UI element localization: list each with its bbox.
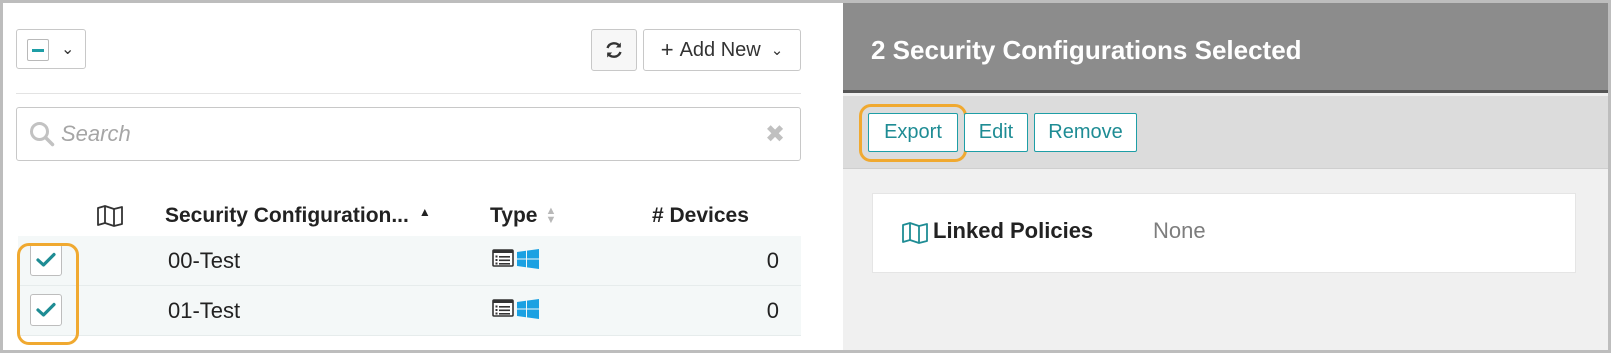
devices-column-label: # Devices bbox=[652, 204, 749, 227]
linked-policies-value: None bbox=[1153, 218, 1206, 243]
type-icons bbox=[492, 299, 539, 319]
add-new-label: Add New bbox=[679, 38, 761, 61]
bulk-select-dropdown[interactable]: ⌄ bbox=[16, 29, 86, 69]
plus-icon: + bbox=[660, 37, 674, 62]
export-button[interactable]: Export bbox=[868, 113, 958, 152]
checkbox-highlight bbox=[17, 243, 79, 345]
chevron-down-icon: ⌄ bbox=[61, 41, 75, 58]
type-icons bbox=[492, 249, 539, 269]
search-input[interactable] bbox=[61, 117, 741, 151]
device-count: 0 bbox=[766, 248, 779, 273]
actions-bar: Export Edit Remove bbox=[843, 96, 1608, 169]
devices-column-header[interactable]: # Devices bbox=[652, 199, 749, 233]
windows-icon bbox=[517, 249, 539, 269]
add-new-button[interactable]: + Add New ⌄ bbox=[643, 29, 801, 71]
refresh-icon bbox=[606, 42, 622, 58]
detail-header: 2 Security Configurations Selected bbox=[843, 3, 1608, 93]
map-icon bbox=[902, 222, 928, 244]
refresh-button[interactable] bbox=[591, 29, 637, 71]
type-column-label: Type bbox=[490, 204, 538, 227]
remove-button[interactable]: Remove bbox=[1034, 113, 1137, 152]
linked-policies-card: Linked Policies None bbox=[872, 193, 1576, 273]
linked-policies-label: Linked Policies bbox=[933, 218, 1094, 243]
map-icon bbox=[97, 205, 123, 227]
minus-checkbox-icon bbox=[27, 39, 49, 61]
map-column-header bbox=[96, 199, 124, 233]
detail-pane: 2 Security Configurations Selected Expor… bbox=[843, 3, 1608, 350]
configurations-list-pane: ⌄ + Add New ⌄ ✖ Security Configuration..… bbox=[3, 3, 843, 350]
table-row[interactable]: 01-Test 0 bbox=[18, 286, 801, 336]
edit-button[interactable]: Edit bbox=[964, 113, 1028, 152]
config-name: 01-Test bbox=[168, 298, 241, 323]
device-count: 0 bbox=[766, 298, 779, 323]
table-row[interactable]: 00-Test 0 bbox=[18, 236, 801, 286]
search-icon bbox=[30, 122, 55, 147]
list-icon bbox=[492, 299, 514, 317]
name-column-label: Security Configuration... bbox=[165, 204, 409, 227]
list-icon bbox=[492, 249, 514, 267]
type-column-header[interactable]: Type ▲ ▼ bbox=[490, 199, 556, 233]
windows-icon bbox=[517, 299, 539, 319]
selection-title: 2 Security Configurations Selected bbox=[871, 35, 1302, 65]
toolbar-divider bbox=[16, 93, 801, 94]
name-column-header[interactable]: Security Configuration... ▲ bbox=[165, 199, 431, 233]
config-name: 00-Test bbox=[168, 248, 241, 273]
chevron-down-icon: ⌄ bbox=[770, 42, 784, 59]
search-box: ✖ bbox=[16, 107, 801, 161]
clear-search-icon[interactable]: ✖ bbox=[765, 120, 785, 149]
sort-icon: ▲ ▼ bbox=[545, 205, 557, 226]
sort-ascending-icon: ▲ bbox=[418, 205, 431, 219]
